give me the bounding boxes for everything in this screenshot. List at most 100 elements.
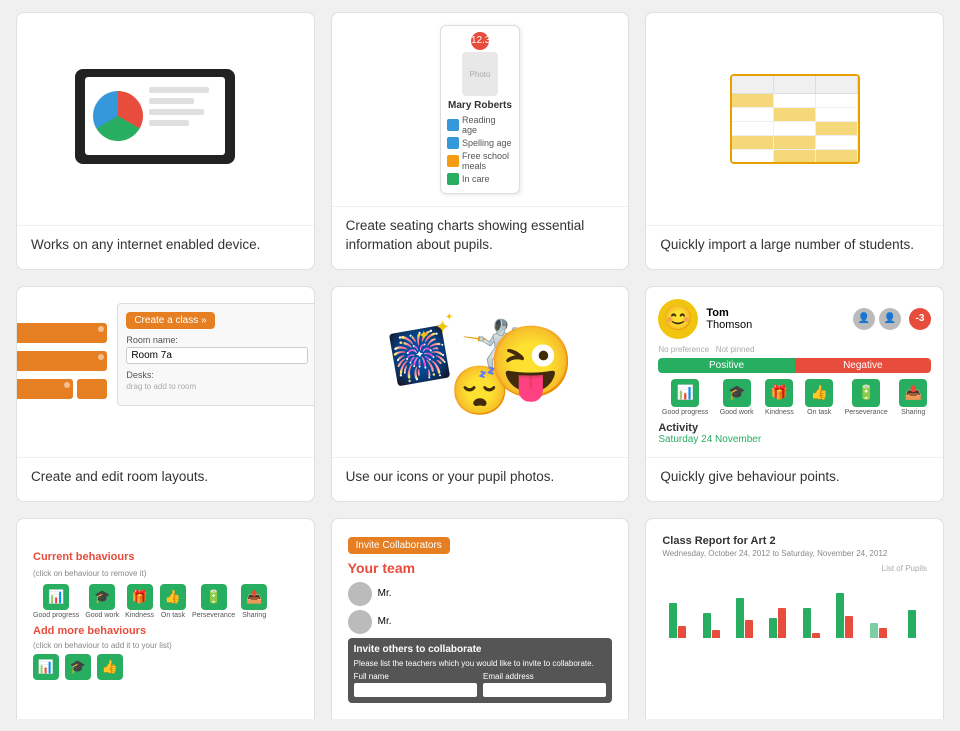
preference-label: No preference Not pinned [658,345,931,354]
bar-stack5 [803,608,820,638]
main-grid: Works on any internet enabled device. 12… [0,0,960,731]
line4 [149,120,189,126]
invite-email-input[interactable] [483,683,606,697]
add-icon1: 📊 [33,654,59,680]
meals-icon [447,155,459,167]
card-behaviour-text: Quickly give behaviour points. [646,457,943,501]
info-meals: Free school meals [447,151,513,171]
curr-perseverance-icon: 🔋 [201,584,227,610]
card-import-image [646,13,943,225]
create-class-button[interactable]: Create a class » [126,312,214,329]
bar5 [736,598,744,638]
member-label2: Mr. [378,616,392,627]
negative-count-badge: -3 [909,308,931,330]
reading-age-badge: 12.3 [471,32,489,50]
bar9 [803,608,811,638]
curr-ontask-icon: 👍 [160,584,186,610]
desk1 [17,323,107,343]
behav-icon-perseverance: 🔋 Perseverance [845,379,888,416]
ontask-label: On task [807,409,831,416]
desks-hint: drag to add to room [126,382,308,391]
bar8 [778,608,786,638]
ss-cell15 [816,150,858,163]
curr-behav-illustration: Current behaviours (click on behaviour t… [25,543,306,694]
line2 [149,98,194,104]
add-icon3-box: 👍 [97,654,123,680]
ss-cell8 [774,122,816,135]
member-label1: Mr. [378,588,392,599]
perseverance-icon: 🔋 [852,379,880,407]
ss-row4 [732,136,858,150]
behav-icon-ontask: 👍 On task [805,379,833,416]
curr-icon-work: 🎓 Good work [85,584,119,619]
behav-icon-sharing: 📤 Sharing [899,379,927,416]
behaviour-student-info: Tom Thomson [706,307,752,331]
add-icon3: 👍 [97,654,123,680]
ss-cell14 [774,150,816,163]
progress-icon: 📊 [671,379,699,407]
reading-icon [447,119,459,131]
ontask-icon: 👍 [805,379,833,407]
ss-header [732,76,858,94]
desk-row3 [17,379,107,399]
student-face-avatar: 😊 [658,299,698,339]
list-of-pupils-label: List of Pupils [662,564,927,573]
bar-stack7 [870,623,887,638]
desk2-dot [98,354,104,360]
card-room-image: Create a class » Room name: Room 7a Desk… [17,287,314,457]
activity-label: Activity [658,422,931,434]
card-room: Create a class » Room name: Room 7a Desk… [16,286,315,502]
ss-cell4 [732,108,774,121]
device-illustration [75,69,255,169]
curr-icon-kindness: 🎁 Kindness [125,584,154,619]
info-care: In care [447,173,513,185]
bar14 [879,628,887,638]
card-invite-image: Invite Collaborators Your team Mr. Mr. I… [332,519,629,719]
bar-group8 [897,610,927,638]
spreadsheet-illustration [730,74,860,164]
bar-group7 [863,623,893,638]
behav-icon-progress: 📊 Good progress [662,379,708,416]
desk4 [77,379,107,399]
invite-fullname-input[interactable] [354,683,477,697]
behaviour-student-name: Tom [706,307,752,319]
tablet-lines [149,87,219,131]
perseverance-label: Perseverance [845,409,888,416]
bar12 [845,616,853,638]
ss-row3 [732,122,858,136]
card-import: Quickly import a large number of student… [645,12,944,270]
desk-row1 [17,323,107,343]
card-seating-text: Create seating charts showing essential … [332,206,629,269]
behaviour-student-surname: Thomson [706,319,752,331]
emoji-yellow: 😜 [488,322,575,404]
add-behaviours-subtitle: (click on behaviour to add it to your li… [33,641,298,650]
card-seating: 12.3 Photo Mary Roberts Reading age Spel… [331,12,630,270]
curr-progress-label: Good progress [33,612,79,619]
room-illustration: Create a class » Room name: Room 7a Desk… [29,299,302,445]
invite-badge: Invite Collaborators [348,537,450,554]
room-name-input[interactable]: Room 7a [126,347,308,364]
positive-tab[interactable]: Positive [658,358,794,373]
card-device-image [17,13,314,225]
care-label: In care [462,174,490,184]
desk2 [17,351,107,371]
pie-chart [93,91,143,141]
card-report: Class Report for Art 2 Wednesday, Octobe… [645,518,944,719]
room-name-label: Room name: [126,335,308,345]
report-date: Wednesday, October 24, 2012 to Saturday,… [662,549,927,558]
negative-tab[interactable]: Negative [795,358,931,373]
room-layout-container: Create a class » Room name: Room 7a Desk… [17,303,314,406]
work-label: Good work [720,409,754,416]
bar-stack1 [669,603,686,638]
card-device: Works on any internet enabled device. [16,12,315,270]
work-icon: 🎓 [723,379,751,407]
behaviour-icons-row: 📊 Good progress 🎓 Good work 🎁 Kindness 👍… [658,379,931,416]
ss-row5 [732,150,858,164]
card-device-text: Works on any internet enabled device. [17,225,314,269]
tablet-screen [85,77,225,155]
room-name-field: Room name: Room 7a [126,335,308,364]
activity-date: Saturday 24 November [658,434,931,445]
sharing-icon: 📤 [899,379,927,407]
card-seating-image: 12.3 Photo Mary Roberts Reading age Spel… [332,13,629,206]
avatar-placeholder: Photo [470,70,491,79]
